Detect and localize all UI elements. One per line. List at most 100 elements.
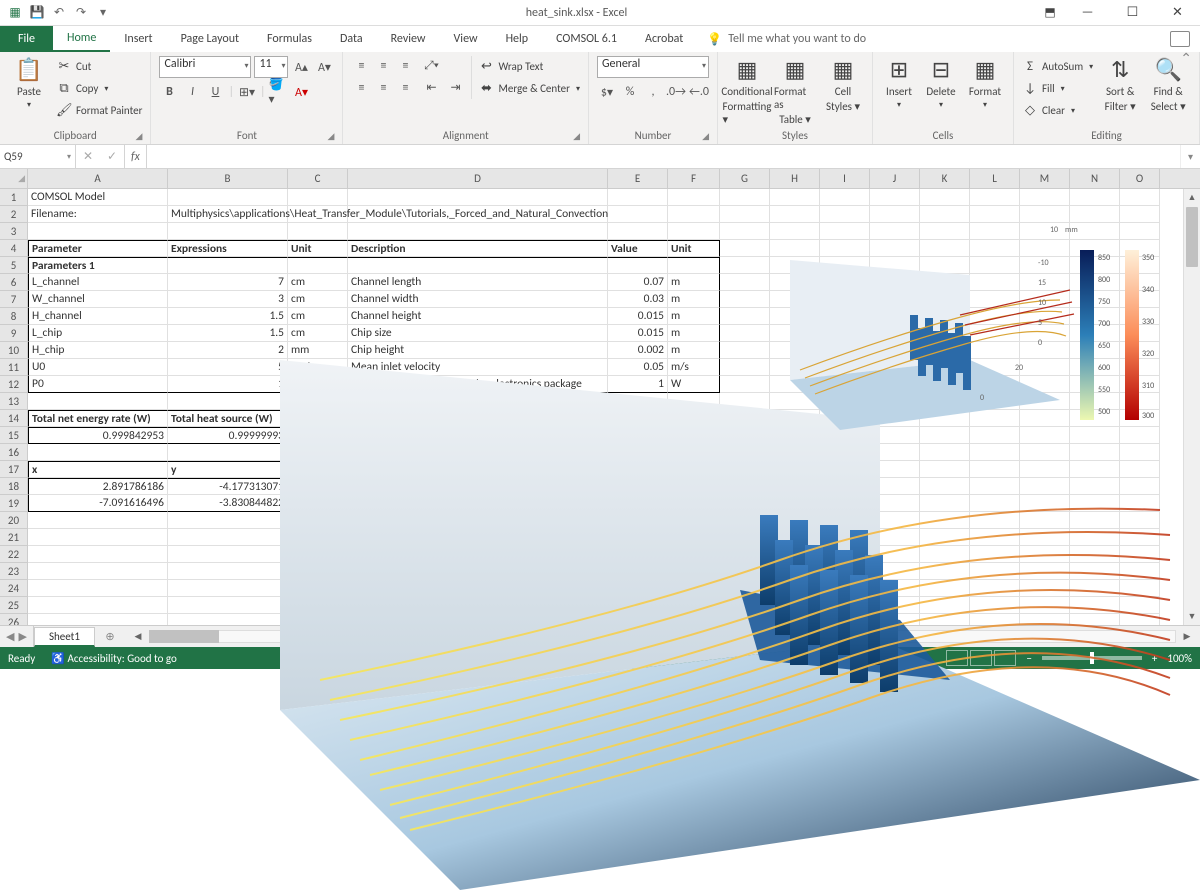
cell-G8[interactable]: [720, 308, 770, 325]
cell-B22[interactable]: [168, 546, 288, 563]
cell-M3[interactable]: [1020, 223, 1070, 240]
cell-H15[interactable]: [770, 427, 820, 444]
cell-I11[interactable]: [820, 359, 870, 376]
cell-B8[interactable]: 1.5: [168, 308, 288, 325]
cell-F1[interactable]: [668, 189, 720, 206]
row-header-24[interactable]: 24: [0, 580, 28, 597]
cell-B9[interactable]: 1.5: [168, 325, 288, 342]
cell-H4[interactable]: [770, 240, 820, 257]
cell-D3[interactable]: [348, 223, 608, 240]
cell-F3[interactable]: [668, 223, 720, 240]
cell-A7[interactable]: W_channel: [28, 291, 168, 308]
cell-B10[interactable]: 2: [168, 342, 288, 359]
cell-K3[interactable]: [920, 223, 970, 240]
cell-F10[interactable]: m: [668, 342, 720, 359]
cell-A2[interactable]: Filename:: [28, 206, 168, 223]
cell-N12[interactable]: [1070, 376, 1120, 393]
column-header-K[interactable]: K: [920, 169, 970, 188]
row-header-6[interactable]: 6: [0, 274, 28, 291]
cell-J25[interactable]: [870, 597, 920, 614]
cell-O25[interactable]: [1120, 597, 1160, 614]
cell-O7[interactable]: [1120, 291, 1160, 308]
cell-H19[interactable]: [770, 495, 820, 512]
cell-F25[interactable]: [668, 597, 720, 614]
cell-N18[interactable]: [1070, 478, 1120, 495]
add-sheet-button[interactable]: ⊕: [95, 626, 125, 647]
cell-B2[interactable]: Multiphysics\applications\Heat_Transfer_…: [168, 206, 288, 223]
cell-F13[interactable]: [668, 393, 720, 410]
orientation-icon[interactable]: ⤢▾: [421, 56, 441, 76]
column-header-D[interactable]: D: [348, 169, 608, 188]
cell-D15[interactable]: [348, 427, 608, 444]
cell-D14[interactable]: [348, 410, 608, 427]
row-header-11[interactable]: 11: [0, 359, 28, 376]
format-as-table-button[interactable]: ▦Format asTable ▾: [774, 56, 816, 126]
row-header-21[interactable]: 21: [0, 529, 28, 546]
cell-I19[interactable]: [820, 495, 870, 512]
cell-B19[interactable]: -3.830844822: [168, 495, 288, 512]
cell-J26[interactable]: [870, 614, 920, 625]
cell-M14[interactable]: [1020, 410, 1070, 427]
cell-I10[interactable]: [820, 342, 870, 359]
cell-O18[interactable]: [1120, 478, 1160, 495]
column-header-C[interactable]: C: [288, 169, 348, 188]
cell-D23[interactable]: [348, 563, 608, 580]
cell-J5[interactable]: [870, 257, 920, 274]
cell-L26[interactable]: [970, 614, 1020, 625]
cell-O11[interactable]: [1120, 359, 1160, 376]
cell-D21[interactable]: [348, 529, 608, 546]
help-tab[interactable]: Help: [492, 26, 543, 52]
cell-H24[interactable]: [770, 580, 820, 597]
column-header-J[interactable]: J: [870, 169, 920, 188]
cell-C15[interactable]: [288, 427, 348, 444]
cell-C22[interactable]: [288, 546, 348, 563]
row-header-23[interactable]: 23: [0, 563, 28, 580]
row-header-12[interactable]: 12: [0, 376, 28, 393]
cell-O10[interactable]: [1120, 342, 1160, 359]
cell-M16[interactable]: [1020, 444, 1070, 461]
cell-J1[interactable]: [870, 189, 920, 206]
cell-K8[interactable]: [920, 308, 970, 325]
select-all-corner[interactable]: ◢: [0, 169, 28, 188]
cell-F17[interactable]: [668, 461, 720, 478]
cell-H11[interactable]: [770, 359, 820, 376]
ribbon-options-icon[interactable]: ⬒: [1035, 5, 1065, 20]
cell-C10[interactable]: mm: [288, 342, 348, 359]
cell-C3[interactable]: [288, 223, 348, 240]
cell-O6[interactable]: [1120, 274, 1160, 291]
cell-L21[interactable]: [970, 529, 1020, 546]
cell-N9[interactable]: [1070, 325, 1120, 342]
cell-O13[interactable]: [1120, 393, 1160, 410]
align-top-icon[interactable]: ≡: [351, 56, 371, 76]
cell-M23[interactable]: [1020, 563, 1070, 580]
copy-button[interactable]: ⧉Copy▾: [56, 78, 142, 99]
row-header-15[interactable]: 15: [0, 427, 28, 444]
accessibility-status[interactable]: ♿ Accessibility: Good to go: [51, 652, 177, 665]
cell-I22[interactable]: [820, 546, 870, 563]
cell-M6[interactable]: [1020, 274, 1070, 291]
cell-E21[interactable]: [608, 529, 668, 546]
save-icon[interactable]: 💾: [28, 4, 46, 22]
increase-font-icon[interactable]: A▴: [291, 57, 311, 77]
cell-B15[interactable]: 0.99999993: [168, 427, 288, 444]
cell-O2[interactable]: [1120, 206, 1160, 223]
cell-K5[interactable]: [920, 257, 970, 274]
undo-icon[interactable]: ↶: [50, 4, 68, 22]
cell-F4[interactable]: Unit: [668, 240, 720, 257]
cell-O26[interactable]: [1120, 614, 1160, 625]
row-header-4[interactable]: 4: [0, 240, 28, 257]
cell-C9[interactable]: cm: [288, 325, 348, 342]
cell-K21[interactable]: [920, 529, 970, 546]
row-header-8[interactable]: 8: [0, 308, 28, 325]
zoom-out-icon[interactable]: −: [1026, 652, 1031, 665]
cell-L4[interactable]: [970, 240, 1020, 257]
decrease-decimal-icon[interactable]: ←.0: [689, 82, 709, 102]
cell-M5[interactable]: [1020, 257, 1070, 274]
cell-J18[interactable]: [870, 478, 920, 495]
cell-K26[interactable]: [920, 614, 970, 625]
cell-H10[interactable]: [770, 342, 820, 359]
cell-K19[interactable]: [920, 495, 970, 512]
cell-K10[interactable]: [920, 342, 970, 359]
row-header-7[interactable]: 7: [0, 291, 28, 308]
cell-M25[interactable]: [1020, 597, 1070, 614]
